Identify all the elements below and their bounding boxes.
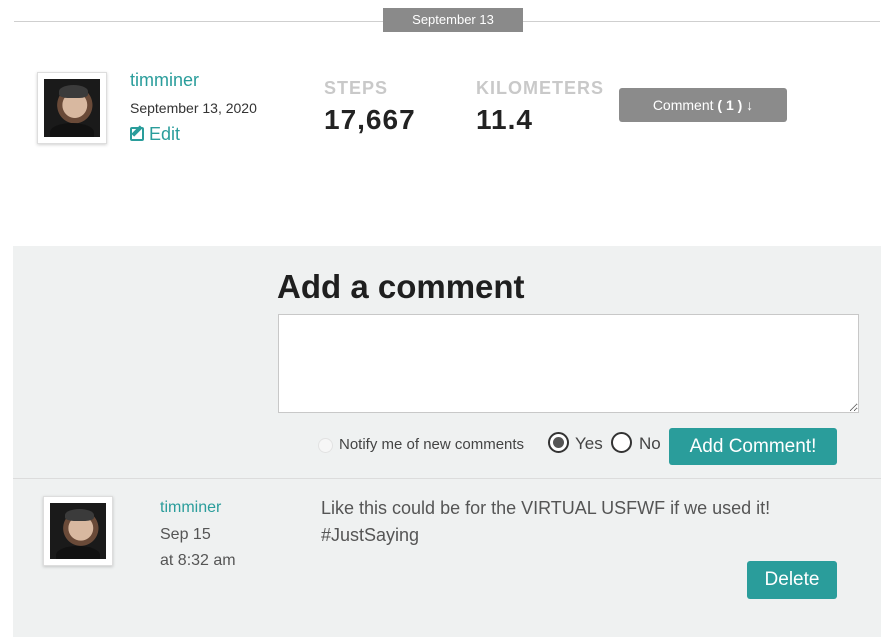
comment-separator bbox=[13, 478, 881, 479]
delete-comment-button[interactable]: Delete bbox=[747, 561, 837, 599]
avatar-photo bbox=[44, 79, 100, 137]
kilometers-label: KILOMETERS bbox=[476, 78, 605, 98]
notify-label: Notify me of new comments bbox=[339, 436, 525, 453]
comment-text-line: Like this could be for the VIRTUAL USFWF… bbox=[321, 498, 771, 518]
entry-username-link[interactable]: timminer bbox=[130, 70, 199, 91]
comment-text: Like this could be for the VIRTUAL USFWF… bbox=[321, 495, 770, 549]
edit-label: Edit bbox=[149, 124, 181, 144]
entry-date: September 13, 2020 bbox=[130, 100, 257, 116]
notify-yes-radio[interactable] bbox=[548, 432, 569, 453]
add-comment-heading: Add a comment bbox=[277, 268, 525, 305]
kilometers-value: 11.4 bbox=[476, 104, 533, 135]
edit-icon bbox=[130, 127, 144, 141]
date-divider-label: September 13 bbox=[383, 8, 523, 32]
comment-text-line: #JustSaying bbox=[321, 525, 420, 545]
avatar-photo bbox=[50, 503, 106, 559]
comment-time: at 8:32 am bbox=[160, 552, 236, 569]
notify-yes-label: Yes bbox=[575, 434, 603, 453]
comment-username-link[interactable]: timminer bbox=[160, 499, 221, 517]
arrow-down-icon: ↓ bbox=[742, 97, 754, 113]
add-comment-button[interactable]: Add Comment! bbox=[669, 428, 837, 465]
comment-date: Sep 15 bbox=[160, 526, 211, 543]
steps-value: 17,667 bbox=[324, 104, 416, 135]
comment-textarea[interactable] bbox=[278, 314, 859, 413]
comment-avatar[interactable] bbox=[43, 496, 113, 566]
avatar[interactable] bbox=[37, 72, 107, 144]
notify-no-label: No bbox=[639, 434, 661, 453]
check-circle-icon[interactable] bbox=[318, 438, 333, 453]
comment-count: ( 1 ) bbox=[717, 97, 743, 113]
comment-toggle-label: Comment bbox=[652, 97, 718, 113]
edit-link[interactable]: Edit bbox=[130, 124, 180, 145]
comment-toggle-button[interactable]: Comment ( 1 ) ↓ bbox=[619, 88, 787, 122]
notify-no-radio[interactable] bbox=[611, 432, 632, 453]
steps-label: STEPS bbox=[324, 78, 389, 98]
